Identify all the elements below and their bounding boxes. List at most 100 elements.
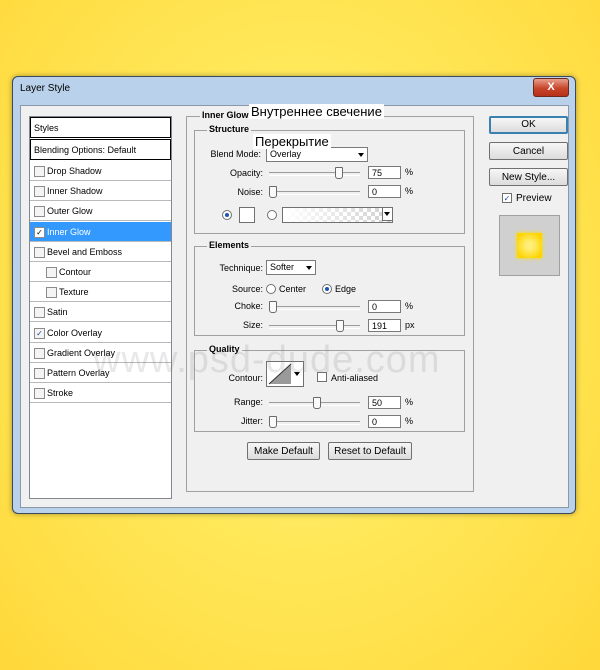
cancel-button[interactable]: Cancel — [489, 142, 568, 160]
styles-item-label: Drop Shadow — [47, 166, 102, 176]
annotation-overlay: Перекрытие — [253, 134, 331, 149]
choke-unit: % — [405, 301, 414, 311]
styles-item-contour[interactable]: Contour — [30, 262, 171, 282]
blend-mode-dropdown[interactable]: Overlay — [266, 147, 368, 162]
annotation-inner-glow: Внутреннее свечение — [249, 104, 384, 119]
styles-item-label: Contour — [59, 267, 92, 277]
styles-item-checkbox[interactable] — [34, 307, 45, 319]
technique-label: Technique: — [219, 263, 263, 273]
panel-title: Inner Glow — [200, 110, 251, 120]
structure-title: Structure — [207, 124, 252, 134]
styles-item-checkbox[interactable] — [34, 186, 45, 198]
styles-item-label: Inner Shadow — [47, 186, 103, 197]
styles-item-checkbox[interactable] — [34, 368, 45, 379]
size-slider-track[interactable] — [269, 325, 360, 329]
noise-unit: % — [405, 186, 414, 196]
close-button[interactable]: X — [533, 78, 569, 97]
size-unit: px — [405, 320, 415, 330]
styles-item-checkbox[interactable]: ✓ — [34, 226, 45, 238]
styles-item-styles[interactable]: Styles — [30, 117, 171, 138]
color-radio[interactable] — [222, 210, 232, 220]
noise-label: Noise: — [237, 187, 263, 197]
preview-checkbox[interactable]: ✓ — [502, 193, 512, 203]
chevron-down-icon — [306, 266, 312, 270]
styles-item-checkbox[interactable] — [34, 246, 45, 258]
styles-item-label: Stroke — [47, 388, 74, 399]
source-center-label: Center — [279, 284, 307, 294]
choke-input[interactable]: 0 — [368, 300, 401, 313]
dialog-body: Styles Blending Options: Default Drop Shad… — [20, 105, 569, 508]
styles-item-label: Satin — [47, 307, 68, 318]
size-label: Size: — [242, 320, 263, 330]
range-label: Range: — [233, 397, 263, 407]
opacity-slider-thumb[interactable] — [335, 167, 343, 179]
noise-input[interactable]: 0 — [368, 185, 401, 198]
size-input[interactable]: 191 — [368, 319, 401, 332]
opacity-label: Opacity: — [229, 168, 263, 178]
elements-title: Elements — [207, 240, 252, 250]
size-slider-thumb[interactable] — [335, 320, 344, 332]
styles-item-inner-glow[interactable]: ✓ Inner Glow — [30, 221, 171, 242]
styles-item-stroke[interactable]: Stroke — [30, 383, 171, 404]
range-unit: % — [405, 397, 414, 407]
choke-slider-thumb[interactable] — [269, 301, 277, 313]
styles-item-drop-shadow[interactable]: Drop Shadow — [30, 161, 171, 181]
opacity-slider-track[interactable] — [269, 172, 360, 176]
make-default-button[interactable]: Make Default — [247, 442, 320, 460]
styles-list: Styles Blending Options: Default Drop Shad… — [29, 116, 172, 499]
source-edge-radio[interactable] — [322, 284, 332, 294]
preview-swatch — [517, 233, 542, 258]
technique-dropdown[interactable]: Softer — [266, 260, 316, 275]
chevron-down-icon — [358, 153, 364, 157]
glow-color-swatch[interactable] — [239, 207, 255, 223]
jitter-unit: % — [405, 416, 414, 426]
styles-item-inner-shadow[interactable]: Inner Shadow — [30, 181, 171, 202]
styles-item-checkbox[interactable] — [46, 287, 57, 299]
range-slider-thumb[interactable] — [313, 397, 321, 409]
styles-item-texture[interactable]: Texture — [30, 282, 171, 303]
styles-item-checkbox[interactable]: ✓ — [34, 327, 45, 339]
choke-label: Choke: — [234, 301, 263, 311]
reset-to-default-button[interactable]: Reset to Default — [328, 442, 412, 460]
preview-thumbnail — [499, 215, 560, 276]
styles-item-blending-options-default[interactable]: Blending Options: Default — [30, 139, 171, 160]
blend-mode-label: Blend Mode: — [210, 149, 261, 159]
blend-mode-value: Overlay — [270, 149, 302, 159]
styles-item-label: Styles — [34, 123, 59, 133]
source-center-radio[interactable] — [266, 284, 276, 294]
new-style-button[interactable]: New Style... — [489, 168, 568, 186]
technique-value: Softer — [270, 262, 295, 272]
source-edge-label: Edge — [335, 284, 357, 294]
styles-item-checkbox[interactable] — [34, 388, 45, 400]
gradient-radio[interactable] — [267, 210, 277, 220]
dialog-title: Layer Style — [20, 83, 71, 94]
styles-item-label: Texture — [59, 287, 89, 298]
gradient-picker[interactable] — [282, 207, 393, 223]
styles-item-checkbox[interactable] — [34, 347, 45, 359]
styles-item-checkbox[interactable] — [46, 267, 57, 278]
styles-item-checkbox[interactable] — [34, 206, 45, 218]
preview-label: Preview — [516, 193, 552, 204]
styles-item-label: Bevel and Emboss — [47, 246, 123, 257]
ok-button[interactable]: OK — [489, 116, 568, 134]
opacity-input[interactable]: 75 — [368, 166, 401, 179]
watermark: www.psd-dude.com — [93, 339, 441, 381]
styles-item-bevel-and-emboss[interactable]: Bevel and Emboss — [30, 242, 171, 262]
source-label: Source: — [231, 284, 263, 294]
noise-slider-track[interactable] — [269, 191, 360, 195]
choke-slider-track[interactable] — [269, 306, 360, 310]
styles-item-outer-glow[interactable]: Outer Glow — [30, 201, 171, 222]
jitter-input[interactable]: 0 — [368, 415, 401, 428]
jitter-slider-thumb[interactable] — [269, 416, 277, 428]
noise-slider-thumb[interactable] — [269, 186, 277, 198]
styles-item-label: Outer Glow — [47, 206, 93, 217]
jitter-label: Jitter: — [240, 416, 263, 426]
styles-item-satin[interactable]: Satin — [30, 302, 171, 323]
title-bar[interactable]: Layer Style X — [13, 77, 575, 101]
jitter-slider-track[interactable] — [269, 421, 360, 425]
styles-item-checkbox[interactable] — [34, 166, 45, 177]
range-input[interactable]: 50 — [368, 396, 401, 409]
styles-item-label: Inner Glow — [47, 226, 91, 237]
gradient-dropdown-button[interactable] — [382, 207, 393, 221]
opacity-unit: % — [405, 167, 414, 177]
